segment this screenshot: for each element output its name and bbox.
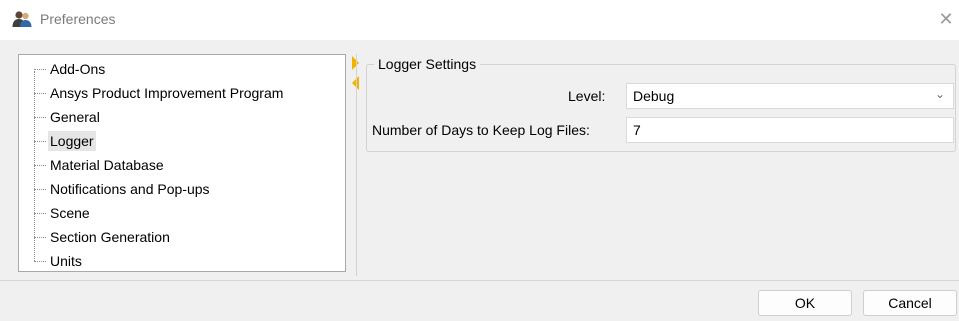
tree-connector [34, 69, 46, 70]
tree-connector [34, 213, 46, 214]
title-bar: Preferences ✕ [0, 0, 959, 40]
tree-item-label: Units [50, 253, 82, 269]
tree-connector [34, 117, 46, 118]
tree-item-label: Notifications and Pop-ups [50, 181, 210, 197]
preferences-dialog: Preferences ✕ Add-Ons Ansys Product Impr… [0, 0, 959, 321]
tree-connector [34, 237, 46, 238]
chevron-down-icon: ⌄ [934, 87, 945, 101]
users-icon [12, 10, 32, 28]
tree-connector [34, 93, 46, 94]
tree-item-label: Add-Ons [50, 61, 106, 77]
ok-button[interactable]: OK [758, 290, 852, 316]
tree-item-label: Logger [48, 131, 96, 151]
window-title: Preferences [40, 11, 116, 27]
tree-guide-line [34, 71, 35, 261]
level-select[interactable]: Debug ⌄ [626, 83, 954, 109]
panel-splitter[interactable] [352, 54, 362, 274]
days-to-keep-input[interactable] [626, 117, 954, 143]
tree-item-label: Material Database [50, 157, 164, 173]
group-title: Logger Settings [374, 56, 481, 72]
tree-connector [34, 141, 46, 142]
tree-connector [34, 165, 46, 166]
tree-item-label: Section Generation [50, 229, 170, 245]
tree-item-label: Ansys Product Improvement Program [50, 85, 284, 101]
tree-item-label: General [50, 109, 100, 125]
tree-item-label: Scene [50, 205, 90, 221]
tree-connector [34, 261, 46, 262]
level-value: Debug [633, 88, 675, 104]
category-tree[interactable]: Add-Ons Ansys Product Improvement Progra… [18, 54, 346, 272]
close-icon[interactable]: ✕ [936, 8, 956, 30]
splitter-divider [356, 54, 357, 276]
level-label: Level: [568, 88, 606, 104]
tree-connector [34, 189, 46, 190]
days-label: Number of Days to Keep Log Files: [372, 122, 590, 138]
cancel-button[interactable]: Cancel [863, 290, 957, 316]
